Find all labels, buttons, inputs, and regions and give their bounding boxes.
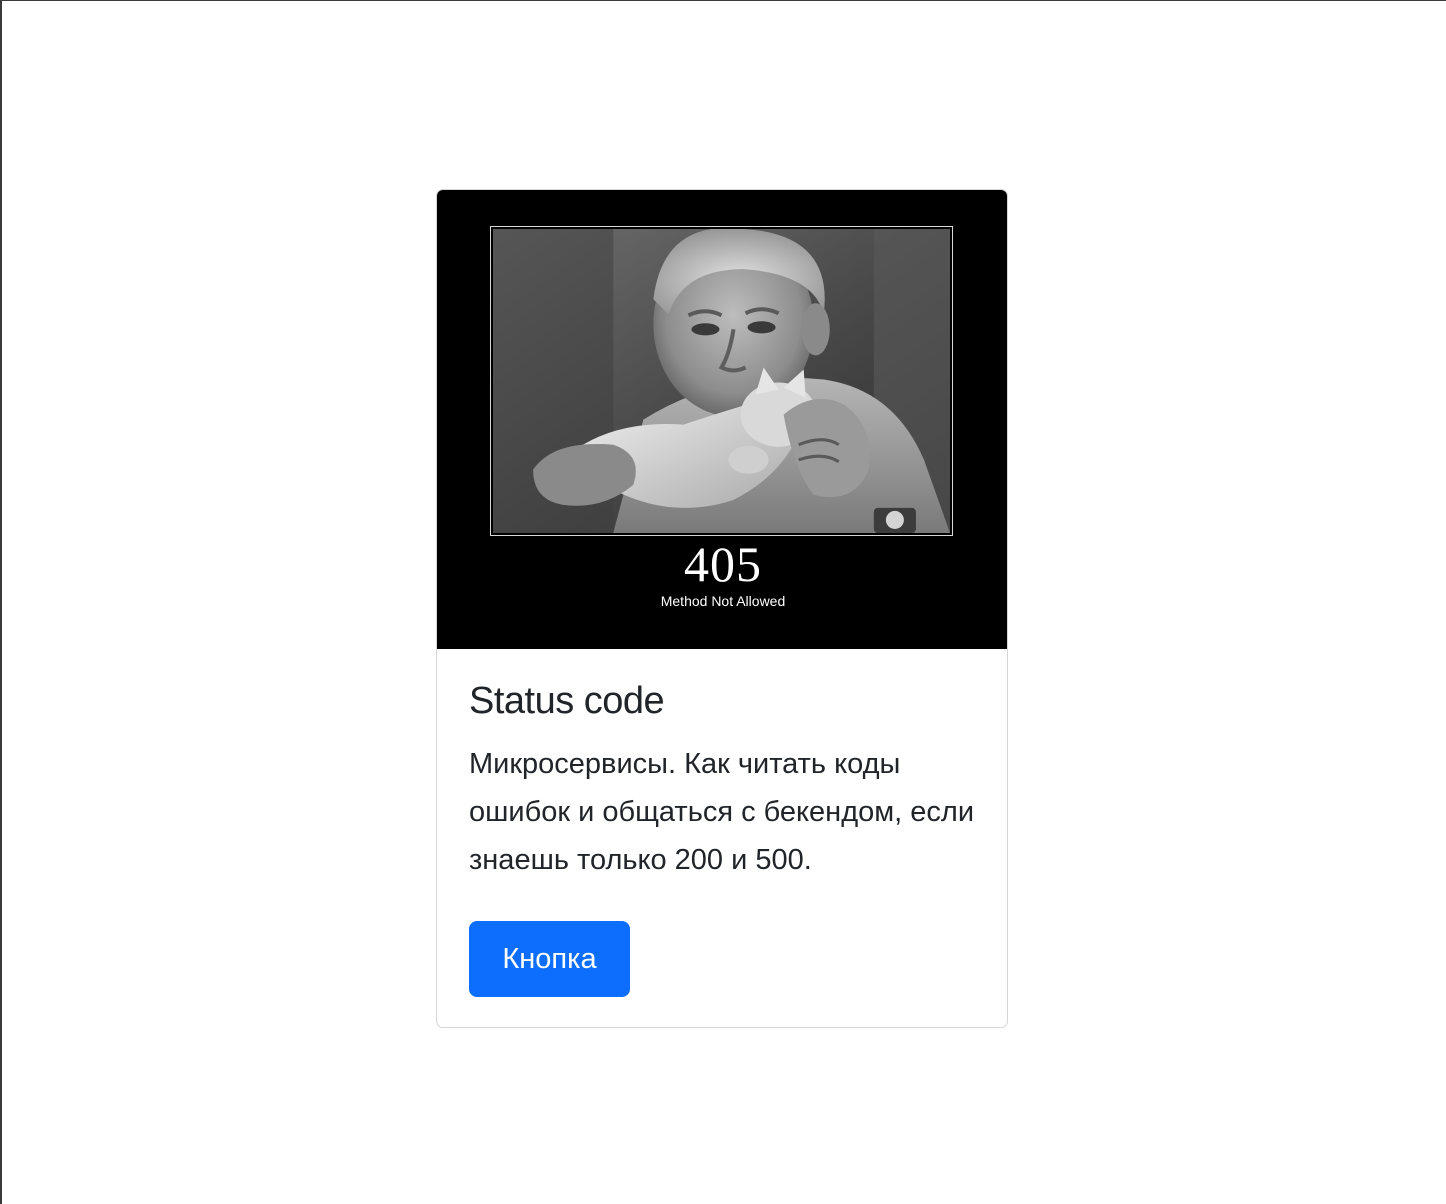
error-code: 405 <box>684 536 762 592</box>
photo-illustration <box>493 229 950 533</box>
error-caption: Method Not Allowed <box>660 593 786 609</box>
card-title: Status code <box>469 680 665 722</box>
primary-button[interactable]: Кнопка <box>469 921 630 997</box>
card-body: Status code Микросервисы. Как читать код… <box>469 678 979 884</box>
window-left-edge <box>0 0 2 1204</box>
card-image: 405 Method Not Allowed <box>437 190 1007 649</box>
card-text: Микросервисы. Как читать коды ошибок и о… <box>469 748 975 876</box>
window-top-edge <box>0 0 1446 1</box>
card: 405 Method Not Allowed Status code Микро… <box>436 189 1008 1028</box>
demotivator-photo <box>490 226 953 536</box>
